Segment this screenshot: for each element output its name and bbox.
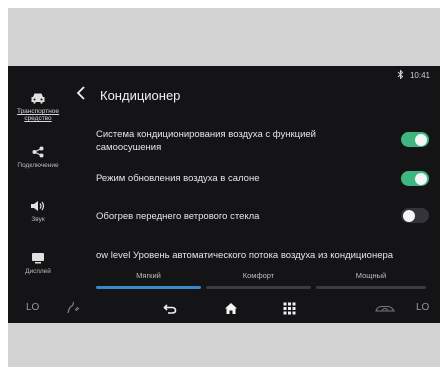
- back-button[interactable]: [76, 86, 90, 102]
- device-bezel-top: [8, 8, 440, 66]
- page-title: Кондиционер: [100, 88, 181, 103]
- speaker-icon: [8, 200, 68, 214]
- seat-fan-icon[interactable]: [66, 301, 80, 318]
- bluetooth-icon: [397, 69, 404, 81]
- sidebar-item-label: Дисплей: [25, 268, 51, 275]
- setting-label-windshield-heating: Обогрев переднего ветрового стекла: [96, 211, 260, 222]
- share-icon: [8, 146, 68, 160]
- airflow-option-comfort[interactable]: Комфорт: [206, 271, 311, 285]
- status-bar: 10:41: [397, 69, 430, 81]
- sidebar-item-label: Подключение: [17, 162, 59, 169]
- infotainment-screen: 10:41 Транспортное средство Подключение …: [8, 66, 440, 323]
- sidebar-item-label: Звук: [31, 216, 45, 223]
- car-icon: [8, 92, 68, 106]
- airflow-option-soft[interactable]: Мягкий: [96, 271, 201, 285]
- home-icon[interactable]: [224, 302, 238, 318]
- display-icon: [8, 252, 68, 266]
- sidebar-item-label: Транспортное средство: [16, 108, 60, 122]
- airflow-track: [206, 286, 311, 289]
- airflow-track: [316, 286, 426, 289]
- sidebar-item-display[interactable]: Дисплей: [8, 252, 68, 275]
- airflow-level-label: ow level Уровень автоматического потока …: [96, 250, 394, 261]
- device-bezel-bottom: [8, 323, 440, 367]
- setting-label-self-drying: Система кондиционирования воздуха с функ…: [96, 129, 316, 153]
- clock: 10:41: [409, 71, 430, 80]
- left-temperature[interactable]: LO: [26, 302, 39, 313]
- sidebar-item-vehicle[interactable]: Транспортное средство: [8, 92, 68, 122]
- air-refresh-toggle[interactable]: [401, 171, 429, 186]
- airflow-selected-indicator: [96, 286, 201, 289]
- bottom-nav-bar: LO LO: [8, 298, 440, 323]
- sidebar-item-sound[interactable]: Звук: [8, 200, 68, 223]
- undo-icon[interactable]: [163, 303, 177, 318]
- chevron-left-icon: [76, 86, 85, 100]
- right-temperature[interactable]: LO: [416, 302, 429, 313]
- car-recirculation-icon[interactable]: [374, 304, 396, 317]
- apps-grid-icon[interactable]: [283, 302, 296, 318]
- sidebar: Транспортное средство Подключение Звук Д…: [8, 84, 68, 296]
- sidebar-item-connection[interactable]: Подключение: [8, 146, 68, 169]
- self-drying-toggle[interactable]: [401, 132, 429, 147]
- setting-label-air-refresh: Режим обновления воздуха в салоне: [96, 173, 260, 184]
- windshield-heating-toggle[interactable]: [401, 208, 429, 223]
- airflow-option-powerful[interactable]: Мощный: [316, 271, 426, 285]
